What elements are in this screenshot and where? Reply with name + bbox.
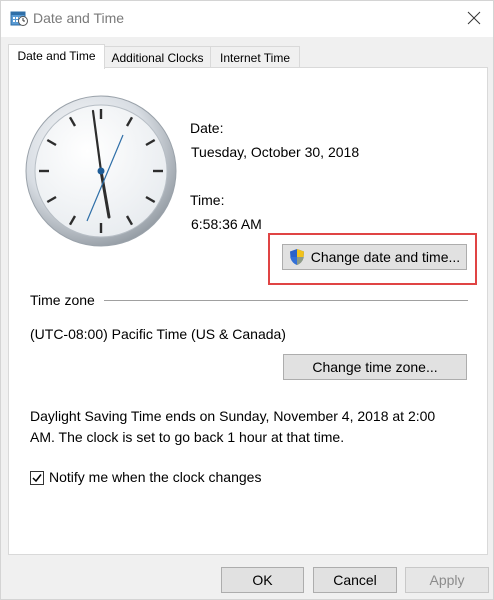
cancel-label: Cancel [333, 572, 377, 588]
ok-label: OK [252, 572, 273, 588]
tab-additional-clocks[interactable]: Additional Clocks [104, 46, 211, 68]
time-zone-divider [104, 300, 468, 301]
checkmark-icon [32, 474, 42, 483]
change-date-time-label: Change date and time... [310, 249, 461, 265]
tab-label: Date and Time [17, 49, 96, 63]
dst-message-line-1: Daylight Saving Time ends on Sunday, Nov… [30, 408, 436, 424]
notify-label[interactable]: Notify me when the clock changes [49, 469, 261, 485]
date-time-app-icon [10, 9, 28, 27]
change-date-time-button[interactable]: Change date and time... [282, 244, 467, 270]
time-zone-heading: Time zone [30, 292, 95, 308]
notify-checkbox[interactable] [30, 471, 44, 485]
time-zone-value: (UTC-08:00) Pacific Time (US & Canada) [30, 326, 286, 342]
tab-internet-time[interactable]: Internet Time [210, 46, 300, 68]
dst-message-line-2: AM. The clock is set to go back 1 hour a… [30, 429, 345, 445]
date-value: Tuesday, October 30, 2018 [191, 144, 360, 160]
tab-label: Internet Time [219, 51, 291, 65]
tab-label: Additional Clocks [111, 51, 204, 65]
tab-date-and-time[interactable]: Date and Time [8, 44, 105, 69]
analog-clock [25, 95, 177, 247]
tab-strip: Date and Time Additional Clocks Internet… [8, 44, 488, 69]
apply-label: Apply [429, 572, 465, 588]
apply-button[interactable]: Apply [405, 567, 489, 593]
uac-shield-icon [289, 249, 304, 265]
date-time-dialog: Date and Time Date and Time Additional C… [0, 0, 494, 600]
close-button[interactable] [457, 3, 491, 33]
date-label: Date: [190, 120, 224, 136]
cancel-button[interactable]: Cancel [313, 567, 397, 593]
title-bar: Date and Time [1, 1, 493, 37]
window-title: Date and Time [33, 10, 125, 26]
time-value: 6:58:36 AM [191, 216, 262, 232]
close-icon [467, 11, 481, 25]
change-time-zone-label: Change time zone... [312, 359, 438, 375]
change-time-zone-button[interactable]: Change time zone... [283, 354, 467, 380]
time-label: Time: [190, 192, 225, 208]
ok-button[interactable]: OK [221, 567, 304, 593]
